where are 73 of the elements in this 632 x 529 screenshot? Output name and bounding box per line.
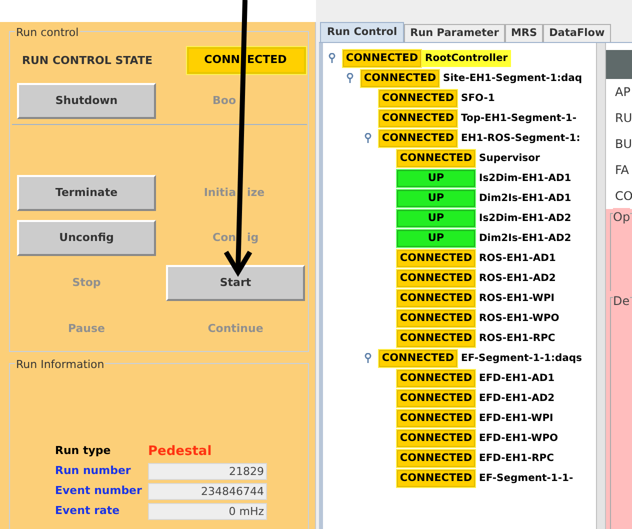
state-badge: CONNECTED (397, 270, 475, 286)
field-label: FA (615, 162, 630, 179)
node-label[interactable]: Site-EH1-Segment-1:daq (440, 70, 586, 86)
state-badge: CONNECTED (397, 390, 475, 406)
expand-handle-icon[interactable] (364, 133, 372, 143)
node-label[interactable]: Top-EH1-Segment-1- (458, 110, 580, 126)
state-badge: CONNECTED (397, 410, 475, 426)
state-badge: CONNECTED (397, 330, 475, 346)
state-badge: CONNECTED (379, 350, 457, 366)
state-badge: CONNECTED (379, 110, 457, 126)
state-badge: CONNECTED (397, 150, 475, 166)
node-label[interactable]: ROS-EH1-WPI (476, 290, 558, 306)
state-badge: CONNECTED (397, 250, 475, 266)
expand-handle-icon[interactable] (328, 53, 336, 63)
state-badge: CONNECTED (379, 130, 457, 146)
tab[interactable]: MRS (504, 24, 544, 42)
state-badge: CONNECTED (397, 430, 475, 446)
tab[interactable]: Run Parameter (404, 24, 505, 42)
node-label[interactable]: EF-Segment-1-1- (476, 470, 576, 486)
state-badge: UP (397, 210, 475, 226)
expand-handle-icon[interactable] (364, 353, 372, 363)
state-badge: UP (397, 190, 475, 206)
value-field: 234846744 (148, 483, 267, 500)
run-type-value: Pedestal (148, 442, 212, 461)
info-label: Run type (55, 443, 112, 460)
node-label[interactable]: EFD-EH1-RPC (476, 450, 557, 466)
state-badge: CONNECTED (397, 450, 475, 466)
tab[interactable]: DataFlow (543, 24, 611, 42)
expand-handle-icon[interactable] (346, 73, 354, 83)
node-label[interactable]: SFO-1 (458, 90, 498, 106)
node-label[interactable]: ROS-EH1-WPO (476, 310, 562, 326)
node-label[interactable]: ROS-EH1-AD2 (476, 270, 559, 286)
state-badge: CONNECTED (397, 470, 475, 486)
node-label[interactable]: EH1-ROS-Segment-1: (458, 130, 584, 146)
node-label[interactable]: EFD-EH1-WPI (476, 410, 556, 426)
info-label: Run number (55, 463, 132, 480)
node-label[interactable]: EFD-EH1-AD1 (476, 370, 558, 386)
node-label[interactable]: EFD-EH1-WPO (476, 430, 562, 446)
state-badge: CONNECTED (379, 90, 457, 106)
info-label: Event rate (55, 503, 121, 520)
state-indicator: CONN ECTED (187, 47, 306, 74)
node-label[interactable]: Supervisor (476, 150, 543, 166)
state-badge: CONNECTED (343, 50, 421, 66)
state-badge: CONNECTED (397, 370, 475, 386)
state-badge: CONNECTED (361, 70, 439, 86)
command-button[interactable]: Shutdown (17, 83, 156, 119)
field-label: CO (615, 188, 632, 205)
node-label[interactable]: Dim2Is-EH1-AD1 (476, 190, 574, 206)
command-button[interactable]: Terminate (17, 175, 156, 211)
value-field: 0 mHz (148, 503, 267, 520)
value-field: 21829 (148, 463, 267, 480)
state-badge: CONNECTED (397, 290, 475, 306)
node-label[interactable]: Is2Dim-EH1-AD2 (476, 210, 574, 226)
command-button[interactable]: Unconfig (17, 220, 156, 256)
command-button[interactable]: Start (166, 265, 305, 301)
node-label[interactable]: Is2Dim-EH1-AD1 (476, 170, 574, 186)
node-label[interactable]: ROS-EH1-AD1 (476, 250, 559, 266)
state-badge: UP (397, 170, 475, 186)
state-badge: UP (397, 230, 475, 246)
group-title: Op (613, 208, 630, 226)
state-badge: CONNECTED (397, 310, 475, 326)
tab[interactable]: Run Control (320, 22, 404, 42)
node-label[interactable]: EFD-EH1-AD2 (476, 390, 558, 406)
field-label: BU (615, 136, 632, 153)
header-bar (606, 50, 632, 79)
node-label[interactable]: RootController (422, 50, 511, 66)
node-label[interactable]: EF-Segment-1-1:daqs (458, 350, 585, 366)
node-label[interactable]: ROS-EH1-RPC (476, 330, 558, 346)
field-label: RU (615, 110, 632, 127)
info-label: Event number (55, 483, 143, 500)
node-label[interactable]: Dim2Is-EH1-AD2 (476, 230, 574, 246)
field-label: AP (615, 84, 632, 101)
state-label: RUN CONTROL STATE (22, 53, 152, 69)
